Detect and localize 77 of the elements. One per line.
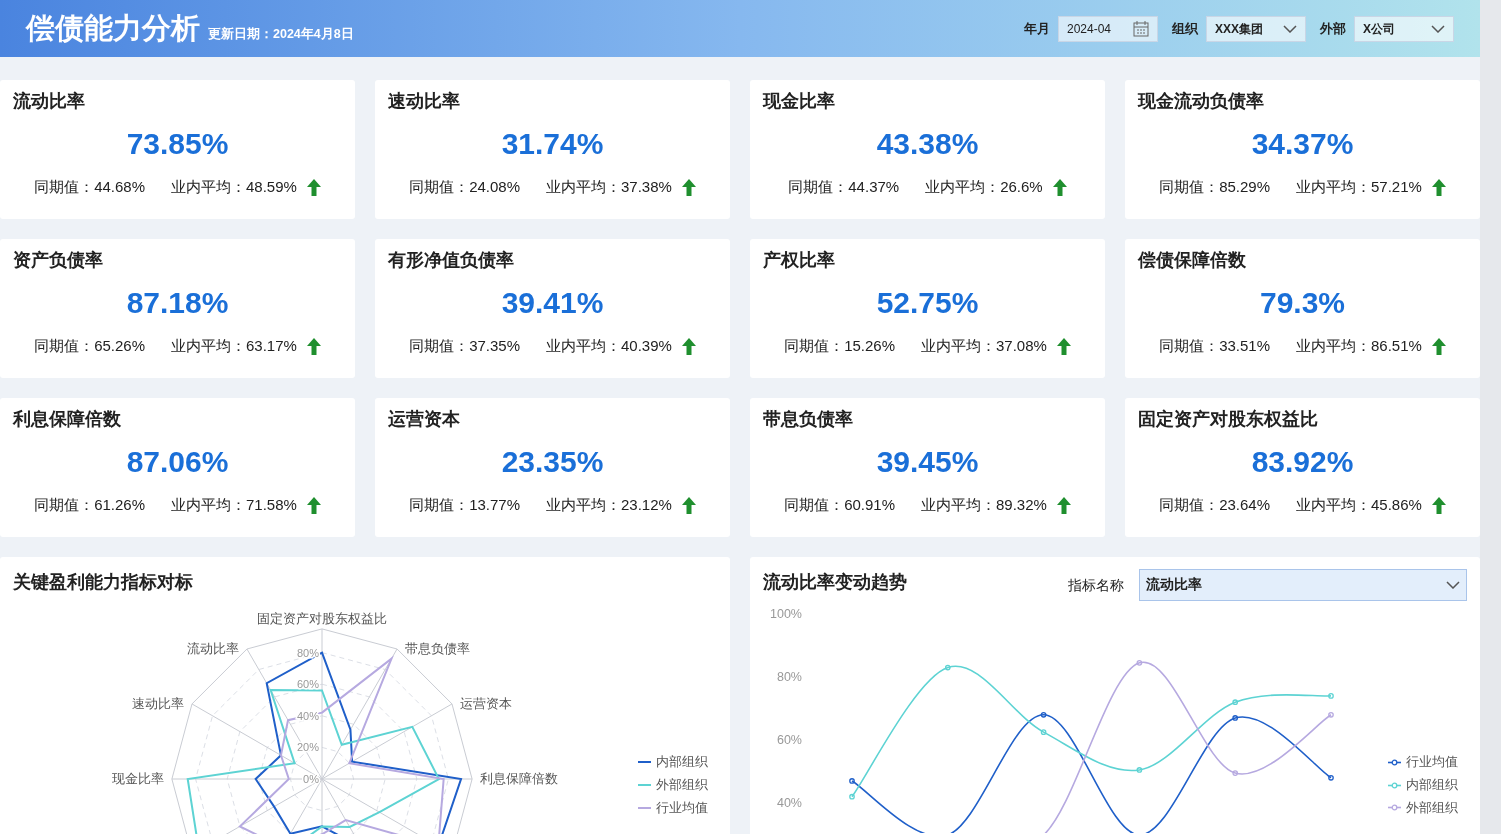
industry-average: 业内平均：89.32% <box>921 495 1047 515</box>
axis-label: 固定资产对股东权益比 <box>257 611 387 626</box>
prior-value: 同期值：44.37% <box>788 177 900 197</box>
legend-label: 行业均值 <box>1406 754 1458 771</box>
prior-value: 同期值：37.35% <box>409 336 520 356</box>
prior-value: 同期值：65.26% <box>34 336 145 356</box>
metric-value: 23.35% <box>501 444 604 480</box>
prior-value: 同期值：60.91% <box>784 495 895 515</box>
metric-value: 43.38% <box>876 126 979 162</box>
card-title: 有形净值负债率 <box>388 249 515 271</box>
industry-average: 业内平均：57.21% <box>1296 177 1422 197</box>
industry-average: 业内平均：26.6% <box>925 177 1043 197</box>
industry-average: 业内平均：86.51% <box>1296 336 1422 356</box>
tick-label: 100% <box>770 607 802 621</box>
panel-title: 流动比率变动趋势 <box>763 571 907 594</box>
metric-value: 79.3% <box>1259 285 1346 321</box>
metric-value: 39.45% <box>876 444 979 480</box>
industry-average: 业内平均：23.12% <box>546 495 672 515</box>
axis-label: 带息负债率 <box>405 642 471 656</box>
card-title: 资产负债率 <box>13 249 104 271</box>
card-title: 带息负债率 <box>763 408 854 430</box>
card-title: 现金流动负债率 <box>1138 90 1265 112</box>
axis-label: 速动比率 <box>132 696 184 711</box>
card-title: 流动比率 <box>13 90 86 112</box>
axis-label: 流动比率 <box>186 642 239 656</box>
prior-value: 同期值：44.68% <box>34 177 145 197</box>
tick-label: 60% <box>296 678 319 691</box>
prior-value: 同期值：24.08% <box>409 177 520 197</box>
metric-value: 34.37% <box>1251 126 1354 162</box>
update-date: 更新日期：2024年4月8日 <box>208 26 354 44</box>
card-title: 固定资产对股东权益比 <box>1138 408 1319 430</box>
tick-label: 80% <box>776 670 802 684</box>
metric-value: 31.74% <box>501 126 604 162</box>
metric-value: 87.06% <box>126 444 229 480</box>
industry-average: 业内平均：40.39% <box>546 336 672 356</box>
tick-label: 20% <box>296 741 319 754</box>
filter-label: 外部 <box>1320 19 1346 38</box>
legend-label: 行业均值 <box>656 799 708 817</box>
filter-label: 组织 <box>1172 19 1198 38</box>
prior-value: 同期值：23.64% <box>1159 495 1270 515</box>
industry-average: 业内平均：45.86% <box>1296 495 1422 515</box>
industry-average: 业内平均：71.58% <box>171 495 297 515</box>
legend-label: 内部组织 <box>1406 776 1458 794</box>
industry-average: 业内平均：37.08% <box>921 336 1047 356</box>
selector-label: 指标名称 <box>1068 577 1124 595</box>
metric-value: 73.85% <box>126 126 229 162</box>
card-title: 利息保障倍数 <box>13 408 122 430</box>
tick-label: 40% <box>776 796 802 810</box>
legend-label: 外部组织 <box>1406 799 1458 817</box>
prior-value: 同期值：85.29% <box>1159 177 1270 197</box>
panel-title: 关键盈利能力指标对标 <box>13 571 193 594</box>
metric-value: 87.18% <box>126 285 229 321</box>
prior-value: 同期值：15.26% <box>784 336 895 356</box>
metric-value: 52.75% <box>876 285 979 321</box>
prior-value: 同期值：13.77% <box>409 495 520 515</box>
page-title: 偿债能力分析 <box>26 10 200 46</box>
card-title: 现金比率 <box>763 90 836 112</box>
industry-average: 业内平均：48.59% <box>171 177 297 197</box>
card-title: 速动比率 <box>388 90 461 112</box>
prior-value: 同期值：33.51% <box>1159 336 1270 356</box>
legend-label: 外部组织 <box>656 776 708 794</box>
tick-label: 80% <box>296 646 319 659</box>
tick-label: 0% <box>303 773 319 785</box>
card-title: 偿债保障倍数 <box>1138 249 1247 271</box>
legend-label: 内部组织 <box>656 754 708 771</box>
axis-label: 运营资本 <box>460 696 512 711</box>
industry-average: 业内平均：63.17% <box>171 336 297 356</box>
card-title: 产权比率 <box>763 249 836 271</box>
axis-label: 利息保障倍数 <box>480 772 559 786</box>
prior-value: 同期值：61.26% <box>34 495 145 515</box>
card-title: 运营资本 <box>388 408 461 430</box>
metric-value: 83.92% <box>1251 444 1354 480</box>
filter-label: 年月 <box>1024 19 1050 38</box>
industry-average: 业内平均：37.38% <box>546 177 672 197</box>
tick-label: 60% <box>776 733 802 747</box>
metric-value: 39.41% <box>501 285 604 321</box>
axis-label: 现金比率 <box>111 772 164 786</box>
